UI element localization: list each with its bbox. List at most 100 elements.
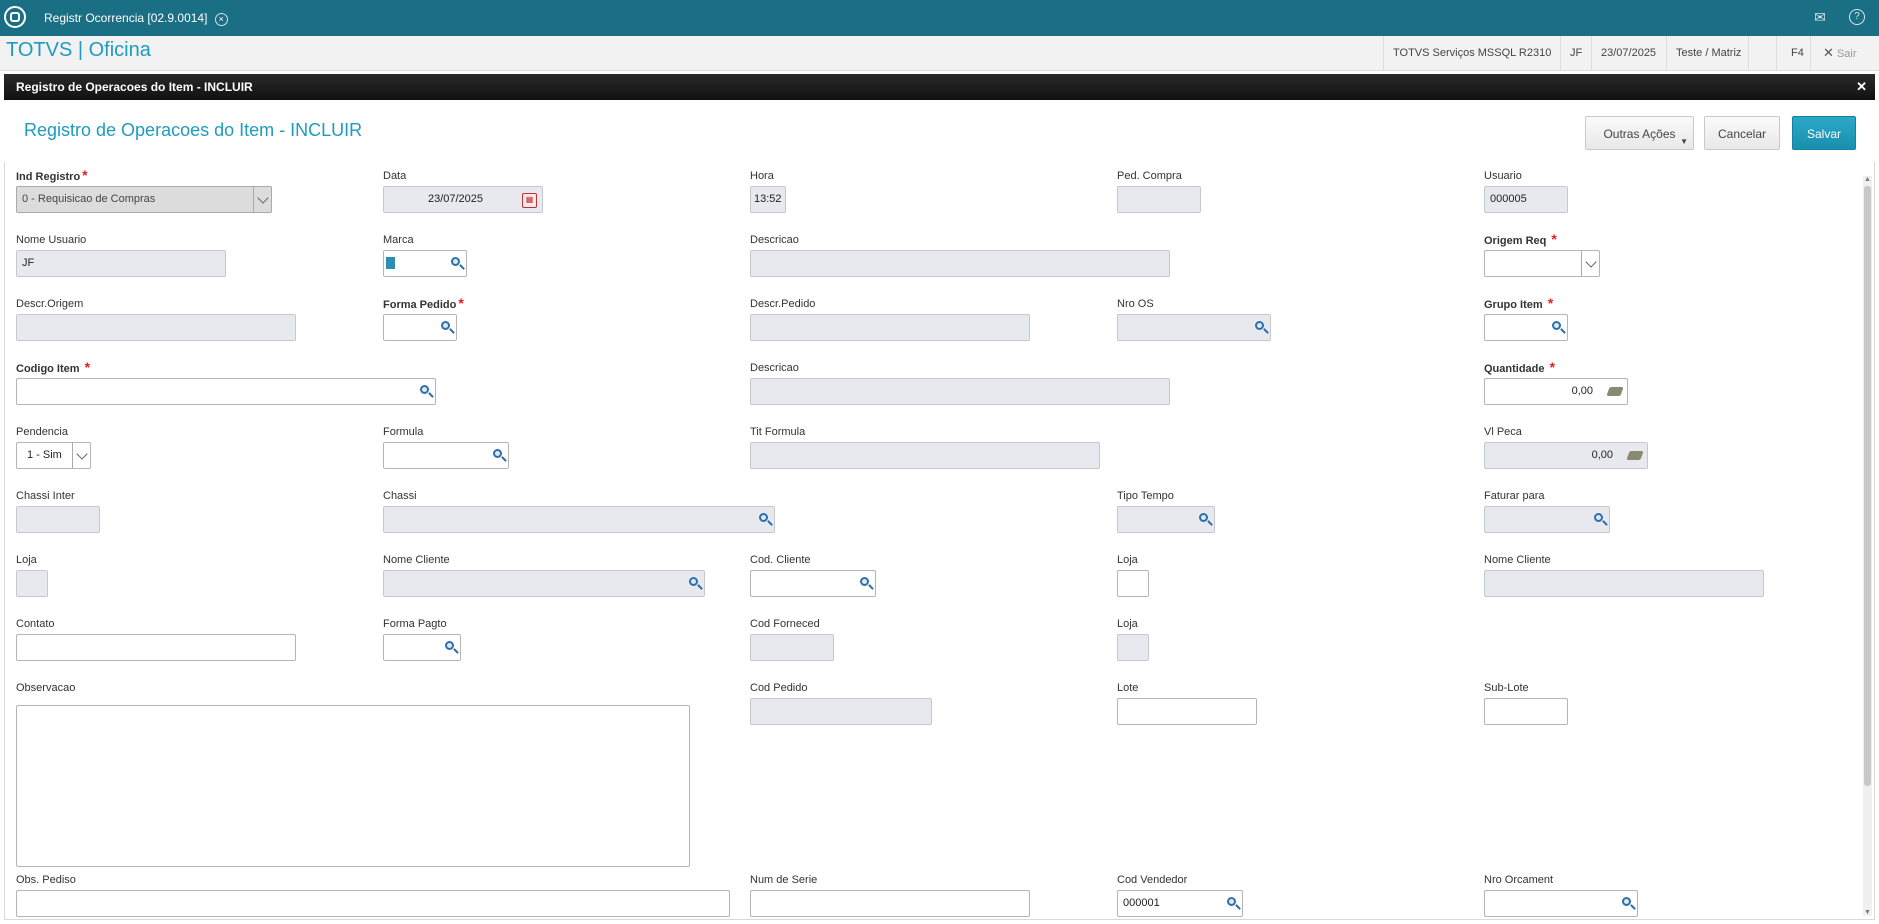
data-input[interactable]: 23/07/2025 ▦ — [383, 186, 543, 213]
search-icon[interactable] — [759, 513, 768, 522]
calculator-icon[interactable] — [1606, 387, 1624, 396]
cod-forneced-label: Cod Forneced — [750, 618, 820, 630]
save-button[interactable]: Salvar — [1792, 116, 1856, 150]
forma-pedido-input[interactable] — [383, 314, 457, 341]
cancel-button[interactable]: Cancelar — [1704, 116, 1780, 150]
chassi-inter-input[interactable] — [16, 506, 100, 533]
hora-input[interactable]: 13:52 — [750, 186, 786, 213]
window-tab[interactable]: Registr Ocorrencia [02.9.0014] × — [34, 6, 238, 30]
origem-req-select[interactable] — [1484, 250, 1600, 277]
nome-cliente-2-input[interactable] — [1484, 570, 1764, 597]
search-icon[interactable] — [1255, 321, 1264, 330]
search-icon[interactable] — [420, 385, 429, 394]
more-actions-label: Outras Ações — [1603, 127, 1676, 141]
codigo-item-label: Codigo Item — [16, 363, 80, 375]
cod-forneced-input[interactable] — [750, 634, 834, 661]
pendencia-value: 1 - Sim — [27, 449, 62, 461]
search-icon[interactable] — [441, 321, 450, 330]
more-actions-button[interactable]: Outras Ações ▼ — [1585, 116, 1694, 150]
grupo-item-input[interactable] — [1484, 314, 1568, 341]
text-cursor — [386, 257, 395, 270]
marca-input[interactable] — [383, 250, 467, 277]
chevron-down-icon[interactable] — [253, 187, 271, 212]
cod-vendedor-label: Cod Vendedor — [1117, 874, 1188, 886]
cod-pedido-label: Cod Pedido — [750, 682, 808, 694]
search-icon[interactable] — [689, 577, 698, 586]
totvs-logo-icon[interactable] — [4, 6, 26, 28]
scroll-down-icon[interactable]: ▼ — [1863, 909, 1872, 916]
search-icon[interactable] — [451, 257, 460, 266]
chevron-down-icon[interactable] — [72, 443, 90, 468]
nome-usuario-input[interactable]: JF — [16, 250, 226, 277]
descr-pedido-input[interactable] — [750, 314, 1030, 341]
observacao-label: Observacao — [16, 682, 76, 694]
ind-registro-label: Ind Registro — [16, 171, 81, 183]
descricao-1-input[interactable] — [750, 250, 1170, 277]
status-shortcut-f4[interactable] — [1748, 36, 1773, 70]
ind-registro-select[interactable]: 0 - Requisicao de Compras — [16, 186, 272, 213]
lote-input[interactable] — [1117, 698, 1257, 725]
origem-req-label: Origem Req — [1484, 235, 1547, 247]
sub-lote-input[interactable] — [1484, 698, 1568, 725]
codigo-item-input[interactable] — [16, 378, 436, 405]
search-icon[interactable] — [1552, 321, 1561, 330]
loja-3-input[interactable] — [1117, 634, 1149, 661]
data-value: 23/07/2025 — [427, 193, 484, 205]
required-marker: * — [82, 167, 88, 183]
cod-vendedor-input[interactable]: 000001 — [1117, 890, 1243, 917]
dialog-close-icon[interactable]: ✕ — [1856, 74, 1867, 100]
observacao-textarea[interactable] — [16, 705, 690, 867]
scroll-up-icon[interactable]: ▲ — [1863, 176, 1872, 183]
contato-input[interactable] — [16, 634, 296, 661]
chassi-input[interactable] — [383, 506, 775, 533]
window-tab-label: Registr Ocorrencia [02.9.0014] — [44, 11, 208, 25]
search-icon[interactable] — [493, 449, 502, 458]
tipo-tempo-input[interactable] — [1117, 506, 1215, 533]
calendar-icon[interactable]: ▦ — [522, 193, 537, 208]
faturar-para-input[interactable] — [1484, 506, 1610, 533]
search-icon[interactable] — [1622, 897, 1631, 906]
lote-label: Lote — [1117, 682, 1139, 694]
pendencia-select[interactable]: 1 - Sim — [16, 442, 91, 469]
search-icon[interactable] — [1227, 897, 1236, 906]
loja-1-input[interactable] — [16, 570, 48, 597]
close-tab-icon[interactable]: × — [214, 13, 228, 26]
nro-orcament-input[interactable] — [1484, 890, 1638, 917]
status-branch: Teste / Matriz — [1666, 36, 1755, 70]
loja-3-label: Loja — [1117, 618, 1138, 630]
search-icon[interactable] — [1199, 513, 1208, 522]
forma-pagto-input[interactable] — [383, 634, 461, 661]
tit-formula-input[interactable] — [750, 442, 1100, 469]
descr-origem-label: Descr.Origem — [16, 298, 84, 310]
search-icon[interactable] — [445, 641, 454, 650]
quantidade-input[interactable]: 0,00 — [1484, 378, 1628, 405]
vl-peca-value: 0,00 — [1591, 449, 1613, 461]
search-icon[interactable] — [860, 577, 869, 586]
descricao-2-input[interactable] — [750, 378, 1170, 405]
ped-compra-input[interactable] — [1117, 186, 1201, 213]
nome-cliente-1-input[interactable] — [383, 570, 705, 597]
formula-input[interactable] — [383, 442, 509, 469]
loja-2-input[interactable] — [1117, 570, 1149, 597]
descr-origem-input[interactable] — [16, 314, 296, 341]
chevron-down-icon[interactable] — [1581, 251, 1599, 276]
descr-pedido-label: Descr.Pedido — [750, 298, 816, 310]
contato-label: Contato — [16, 618, 55, 630]
exit-button[interactable]: ✕ Sair — [1810, 36, 1869, 70]
calculator-icon[interactable] — [1626, 451, 1644, 460]
usuario-input[interactable]: 000005 — [1484, 186, 1568, 213]
vl-peca-input[interactable]: 0,00 — [1484, 442, 1648, 469]
status-date: 23/07/2025 — [1591, 36, 1665, 70]
pendencia-label: Pendencia — [16, 426, 68, 438]
cod-cliente-input[interactable] — [750, 570, 876, 597]
search-icon[interactable] — [1594, 513, 1603, 522]
scrollbar-thumb[interactable] — [1864, 186, 1871, 786]
num-serie-input[interactable] — [750, 890, 1030, 917]
obs-pedido-label: Obs. Pediso — [16, 874, 76, 886]
nro-os-input[interactable] — [1117, 314, 1271, 341]
cod-pedido-input[interactable] — [750, 698, 932, 725]
vertical-scrollbar[interactable]: ▲ ▼ — [1863, 176, 1872, 916]
mail-icon[interactable]: ✉ — [1811, 8, 1829, 26]
help-icon[interactable]: ? — [1849, 9, 1865, 25]
obs-pedido-input[interactable] — [16, 890, 730, 917]
